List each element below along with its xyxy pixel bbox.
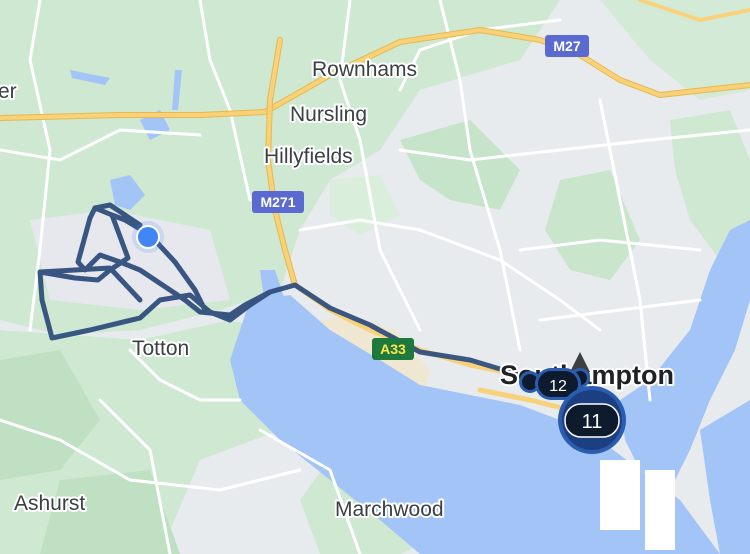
dock-area-2 <box>645 470 675 550</box>
current-location-marker[interactable] <box>132 221 164 253</box>
svg-text:12: 12 <box>549 378 567 395</box>
svg-text:M271: M271 <box>260 194 295 210</box>
place-label-nursling: Nursling <box>290 103 367 126</box>
place-label-totton: Totton <box>132 337 189 360</box>
svg-text:A33: A33 <box>380 341 406 357</box>
road-shield-m271: M271 <box>252 191 304 213</box>
cluster-marker-main[interactable]: 11 <box>558 386 626 454</box>
place-label-marchwood: Marchwood <box>335 498 444 521</box>
road-shield-a33: A33 <box>372 338 414 360</box>
svg-text:11: 11 <box>582 411 603 433</box>
map-canvas[interactable]: Rownhams Nursling Hillyfields Totton Sou… <box>0 0 750 554</box>
place-label-hillyfields: Hillyfields <box>264 145 353 168</box>
svg-text:M27: M27 <box>553 38 580 54</box>
road-shield-m27: M27 <box>545 35 589 57</box>
place-label-ashurst: Ashurst <box>14 492 85 515</box>
place-label-edge: er <box>0 80 17 103</box>
place-label-rownhams: Rownhams <box>312 58 417 81</box>
dock-area <box>600 460 640 530</box>
